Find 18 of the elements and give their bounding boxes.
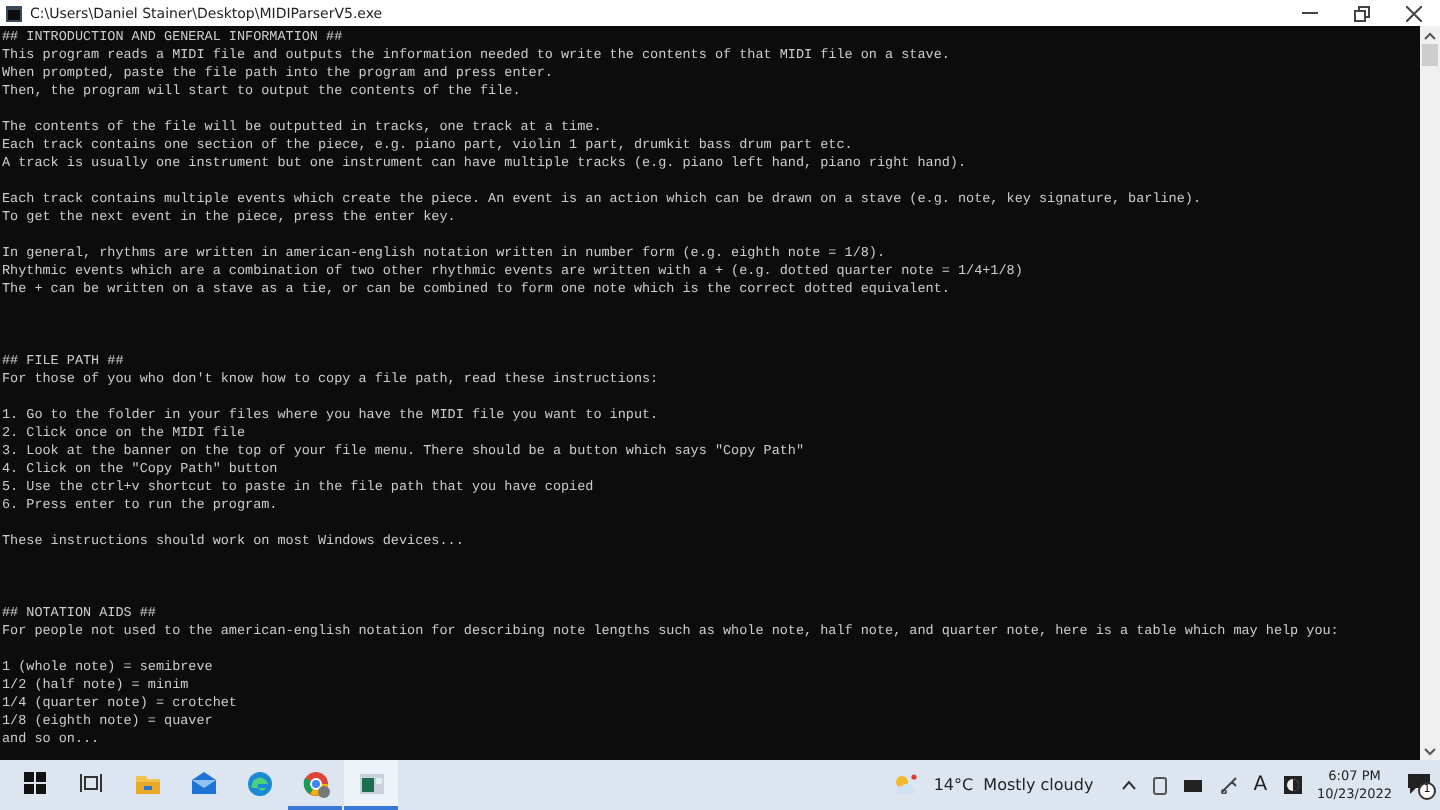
input-indicator[interactable]: A bbox=[1253, 774, 1268, 796]
scrollbar[interactable] bbox=[1420, 26, 1440, 760]
scroll-up-icon[interactable] bbox=[1424, 31, 1436, 39]
scroll-down-icon[interactable] bbox=[1424, 747, 1436, 755]
close-icon bbox=[1406, 5, 1422, 21]
weather-icon bbox=[891, 774, 918, 796]
mail-icon bbox=[189, 769, 217, 797]
chevron-up-icon[interactable] bbox=[1121, 780, 1136, 790]
browser-icon bbox=[245, 769, 273, 797]
restore-icon bbox=[1354, 5, 1370, 21]
console-icon bbox=[6, 5, 22, 21]
scroll-thumb[interactable] bbox=[1422, 44, 1438, 66]
task-view-icon bbox=[80, 772, 102, 794]
minimize-icon bbox=[1302, 12, 1318, 14]
windows-icon bbox=[24, 772, 46, 794]
weather-text[interactable]: 14°C Mostly cloudy bbox=[933, 776, 1094, 794]
browser-icon bbox=[301, 769, 329, 797]
console-icon bbox=[357, 769, 385, 797]
